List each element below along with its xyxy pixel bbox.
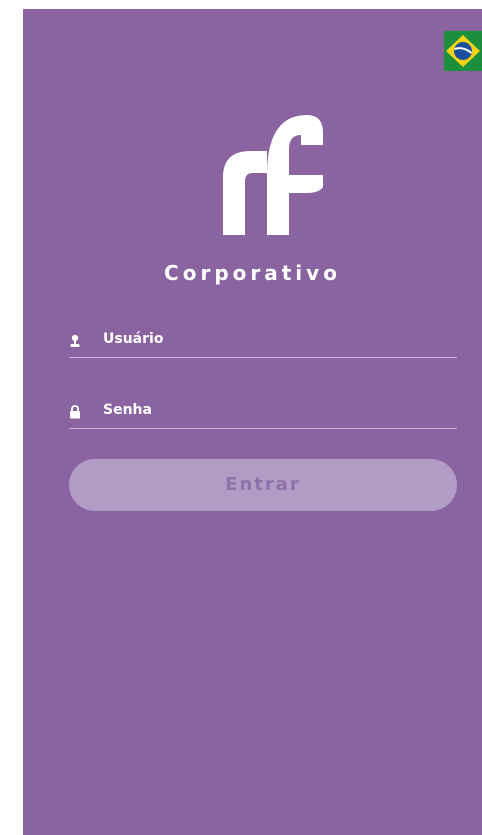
brand-title: Corporativo [164, 261, 341, 285]
password-placeholder: Senha [103, 402, 152, 418]
rf-logo-icon [223, 115, 323, 235]
lock-icon [69, 404, 81, 419]
username-placeholder: Usuário [103, 331, 164, 347]
brazil-flag-icon [444, 31, 482, 71]
login-screen: Corporativo Usuário Senha Entrar [23, 9, 482, 835]
user-icon [69, 333, 81, 347]
password-field[interactable]: Senha [69, 398, 457, 429]
login-button[interactable]: Entrar [69, 459, 457, 511]
language-flag-button[interactable] [444, 31, 482, 71]
username-field[interactable]: Usuário [69, 327, 457, 358]
